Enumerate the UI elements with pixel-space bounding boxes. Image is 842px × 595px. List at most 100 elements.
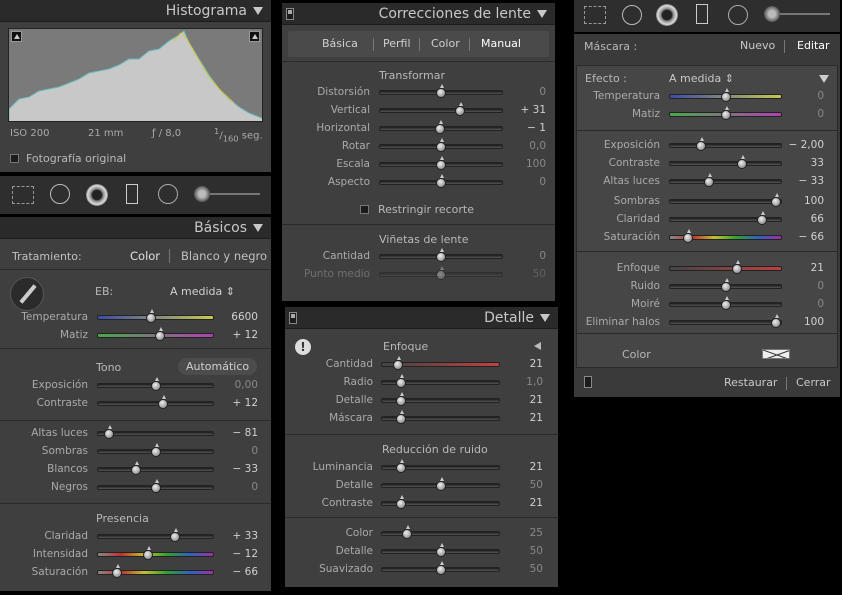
mask-edit-button[interactable]: Editar [797, 39, 830, 52]
slider-value[interactable]: 0 [774, 90, 824, 102]
slider-value[interactable]: − 33 [208, 463, 259, 475]
slider-thumb[interactable] [150, 443, 161, 457]
slider-thumb[interactable] [720, 106, 731, 120]
slider-value[interactable]: 0 [496, 86, 546, 98]
slider-track[interactable] [97, 467, 214, 472]
mask-color-swatch[interactable] [762, 349, 790, 359]
slider-track[interactable] [381, 531, 500, 536]
slider-value[interactable]: 21 [774, 262, 824, 274]
panel-switch-icon[interactable] [584, 376, 592, 388]
highlight-clip-icon[interactable] [249, 31, 260, 42]
slider-track[interactable] [379, 108, 503, 113]
slider-thumb[interactable] [150, 377, 161, 391]
slider-thumb[interactable] [402, 525, 413, 539]
slider-value[interactable]: − 81 [208, 427, 259, 439]
panel-switch-icon[interactable] [289, 312, 297, 324]
slider-thumb[interactable] [145, 309, 156, 323]
treatment-bw-option[interactable]: Blanco y negro [181, 249, 267, 263]
crop-tool-icon[interactable] [584, 6, 606, 24]
slider-value[interactable]: 33 [774, 157, 824, 169]
slider-value[interactable]: 21 [493, 412, 543, 424]
slider-value[interactable]: 0 [208, 445, 258, 457]
histogram-header[interactable]: Histograma [0, 0, 271, 22]
auto-tone-button[interactable]: Automático [178, 358, 258, 375]
brush-slider-track[interactable] [780, 13, 830, 15]
slider-value[interactable]: 0 [496, 250, 546, 262]
slider-thumb[interactable] [436, 84, 446, 98]
slider-value[interactable]: + 33 [208, 530, 259, 542]
slider-thumb[interactable] [396, 374, 407, 388]
slider-value[interactable]: − 66 [208, 566, 259, 578]
close-button[interactable]: Cerrar [796, 376, 831, 389]
slider-value[interactable]: 100 [496, 158, 546, 170]
slider-value[interactable]: 0 [774, 298, 824, 310]
collapse-triangle-icon[interactable] [253, 224, 263, 232]
adjustment-brush-icon[interactable] [764, 6, 780, 22]
brush-slider-track[interactable] [210, 193, 260, 195]
reset-button[interactable]: Restaurar [724, 376, 777, 389]
slider-thumb[interactable] [396, 410, 407, 424]
slider-value[interactable]: − 12 [208, 548, 259, 560]
slider-value[interactable]: − 2,00 [774, 139, 824, 151]
slider-value[interactable]: 1,0 [493, 376, 543, 388]
slider-track[interactable] [97, 431, 214, 436]
slider-value[interactable]: 21 [493, 461, 543, 473]
effect-menu-triangle-icon[interactable] [819, 75, 829, 83]
slider-value[interactable]: + 12 [208, 329, 259, 341]
expand-left-icon[interactable] [534, 342, 541, 350]
slider-thumb[interactable] [436, 266, 446, 280]
slider-track[interactable] [669, 143, 782, 148]
slider-value[interactable]: 50 [493, 563, 543, 575]
warning-icon[interactable]: ! [295, 339, 311, 355]
slider-thumb[interactable] [756, 211, 767, 225]
slider-thumb[interactable] [155, 327, 166, 341]
collapse-triangle-icon[interactable] [253, 7, 263, 15]
histogram-graph[interactable] [8, 28, 263, 122]
slider-value[interactable]: 21 [493, 497, 543, 509]
slider-thumb[interactable] [396, 495, 407, 509]
slider-thumb[interactable] [103, 425, 114, 439]
shadow-clip-icon[interactable] [11, 31, 22, 42]
slider-value[interactable]: 21 [493, 358, 543, 370]
wb-eyedropper-icon[interactable] [10, 277, 44, 311]
slider-thumb[interactable] [720, 296, 731, 310]
slider-value[interactable]: + 31 [496, 104, 547, 116]
slider-thumb[interactable] [436, 156, 446, 170]
wb-dropdown[interactable]: A medida ⇕ [170, 285, 235, 298]
collapse-triangle-icon[interactable] [540, 314, 550, 322]
slider-thumb[interactable] [731, 260, 742, 274]
slider-thumb[interactable] [720, 278, 731, 292]
slider-thumb[interactable] [130, 461, 141, 475]
collapse-triangle-icon[interactable] [537, 10, 547, 18]
slider-value[interactable]: 0 [774, 280, 824, 292]
mask-new-button[interactable]: Nuevo [740, 39, 775, 52]
crop-tool-icon[interactable] [12, 186, 34, 204]
slider-value[interactable]: 0,0 [496, 140, 546, 152]
slider-thumb[interactable] [143, 546, 154, 560]
panel-switch-icon[interactable] [286, 8, 294, 20]
detalle-header[interactable]: Detalle [285, 307, 558, 329]
radial-filter-icon[interactable] [728, 5, 748, 25]
slider-track[interactable] [669, 161, 782, 166]
slider-track[interactable] [97, 552, 214, 557]
graduated-filter-icon[interactable] [126, 184, 138, 204]
slider-thumb[interactable] [396, 459, 407, 473]
adjustment-brush-icon[interactable] [194, 186, 210, 202]
slider-thumb[interactable] [170, 528, 181, 542]
slider-value[interactable]: − 66 [774, 231, 825, 243]
slider-thumb[interactable] [392, 356, 403, 370]
slider-track[interactable] [97, 401, 214, 406]
slider-value[interactable]: + 12 [208, 397, 259, 409]
slider-thumb[interactable] [435, 543, 446, 557]
slider-value[interactable]: 0 [208, 481, 258, 493]
lens-header[interactable]: Correcciones de lente [282, 3, 555, 25]
treatment-color-option[interactable]: Color [130, 249, 160, 263]
slider-value[interactable]: 25 [493, 527, 543, 539]
slider-thumb[interactable] [436, 138, 446, 152]
redeye-icon[interactable] [86, 184, 108, 206]
tab-basica[interactable]: Básica [322, 37, 358, 50]
slider-thumb[interactable] [435, 477, 446, 491]
original-photo-checkbox[interactable] [10, 154, 19, 163]
slider-track[interactable] [669, 199, 782, 204]
basicos-header[interactable]: Básicos [0, 217, 271, 239]
